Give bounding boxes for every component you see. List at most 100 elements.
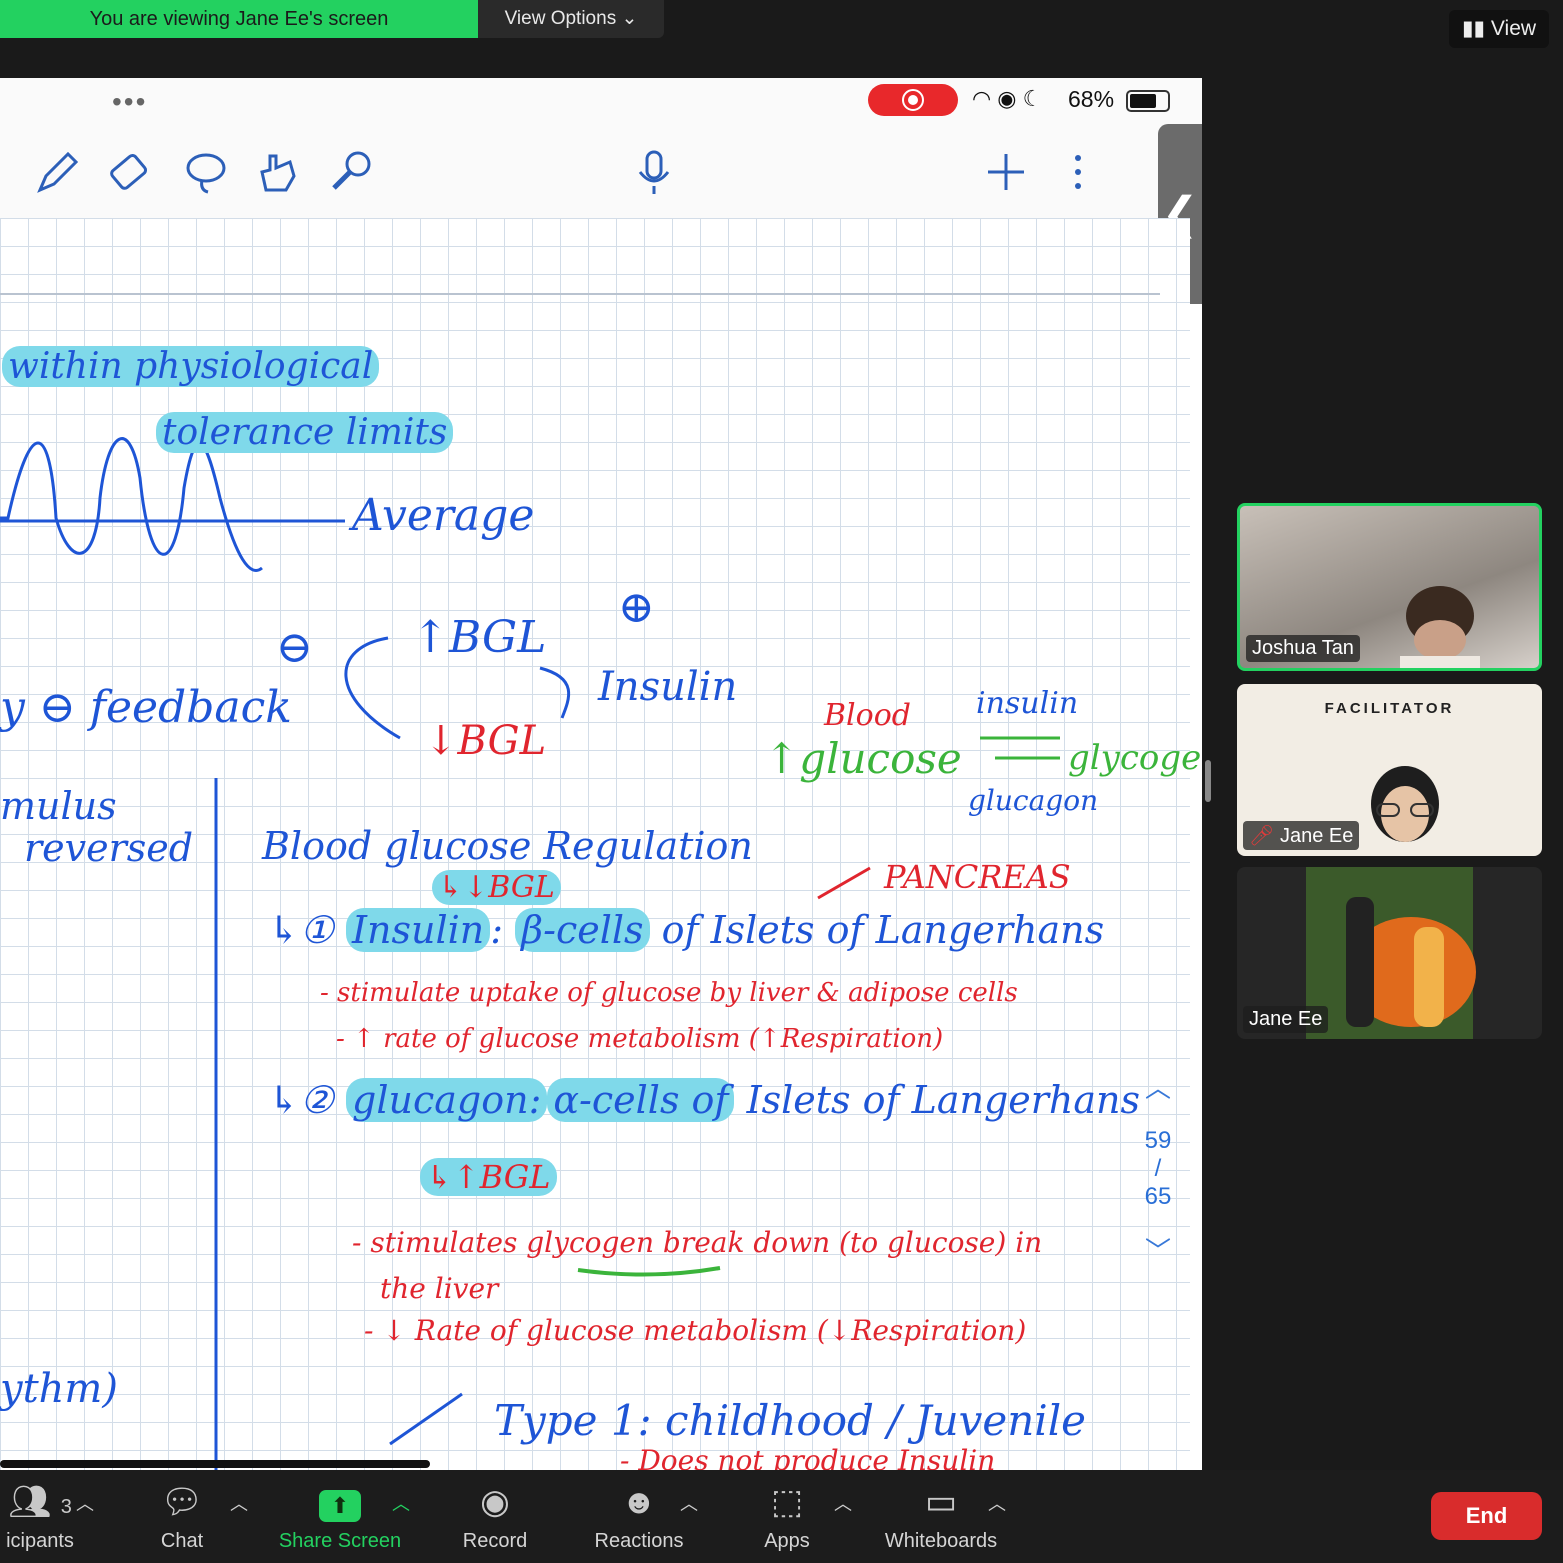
participant-name: 🎤︎ Jane Ee — [1243, 821, 1360, 850]
participant-name-text: Jane Ee — [1279, 825, 1354, 847]
note-item2-sub: ↳↑BGL — [420, 1158, 557, 1196]
hand-gesture-icon[interactable] — [252, 146, 304, 198]
whiteboards-label: Whiteboards — [884, 1530, 998, 1552]
view-label: View — [1490, 17, 1537, 40]
note-item2: ↳② glucagon: α-cells of Islets of Langerh… — [268, 1078, 1140, 1122]
video-tile-jane-facilitator[interactable]: FACILITATOR 🎤︎ Jane Ee — [1237, 684, 1542, 856]
chevron-up-icon[interactable]: ︿ — [680, 1490, 698, 1516]
notes-toolbar — [0, 126, 1160, 218]
note-item2-l2: - ↓ Rate of glucose metabolism (↓Respira… — [364, 1314, 1027, 1347]
note-glycogen: glycogen — [1068, 738, 1202, 778]
more-dots-icon[interactable]: ••• — [112, 86, 147, 118]
share-screen-label: Share Screen — [278, 1530, 402, 1552]
record-icon: ◉ — [480, 1483, 510, 1521]
page-slash: / — [1154, 1155, 1162, 1182]
chevron-up-icon[interactable]: ︿ — [76, 1490, 94, 1516]
share-screen-button[interactable]: ⬆ Share Screen — [272, 1480, 408, 1553]
more-vertical-icon[interactable] — [1052, 146, 1104, 198]
view-options-button[interactable]: View Options ⌄ — [478, 0, 664, 38]
view-layout-icon: ▮▮ — [1461, 17, 1491, 40]
viewing-banner: You are viewing Jane Ee's screen — [0, 0, 478, 38]
muted-mic-icon: 🎤︎ — [1249, 825, 1280, 847]
page-navigator: ︿ 59 / 65 ﹀ — [1136, 1068, 1180, 1268]
wifi-icon: ◠ ◉ ☾ — [972, 86, 1043, 111]
note-pancreas: PANCREAS — [884, 858, 1071, 896]
note-average: Average — [352, 490, 535, 541]
participant-photo — [1306, 867, 1476, 1039]
participant-video — [1371, 766, 1439, 842]
participant-name: Joshua Tan — [1246, 635, 1360, 662]
video-tile-jane[interactable]: Jane Ee — [1237, 867, 1542, 1039]
note-item2-l1b: the liver — [380, 1272, 499, 1305]
view-button[interactable]: ▮▮ View — [1449, 10, 1549, 48]
battery-icon — [1126, 90, 1170, 112]
reactions-label: Reactions — [594, 1530, 684, 1552]
meeting-controls: 👥︎ 3 icipants ︿ 💬︎ Chat ︿ ⬆ Share Screen… — [0, 1470, 1563, 1563]
note-line2: tolerance limits — [156, 412, 454, 453]
note-feedback: y ⊖ feedback — [0, 682, 292, 733]
note-item1-a: ↳① — [268, 908, 346, 952]
reactions-icon: ☻ — [621, 1483, 657, 1521]
chevron-up-icon[interactable]: ︿ — [1136, 1068, 1180, 1105]
note-item2-alpha: α-cells of — [547, 1078, 735, 1122]
add-icon[interactable] — [980, 146, 1032, 198]
apps-button[interactable]: ⬚ Apps — [752, 1480, 822, 1553]
horizontal-scrollbar[interactable] — [0, 1460, 430, 1468]
note-item1-rest: of Islets of Langerhans — [649, 908, 1105, 952]
note-item2-l1: - stimulates glycogen break down (to glu… — [352, 1226, 1043, 1259]
note-neg: ⊖ — [276, 622, 313, 673]
chat-icon: 💬︎ — [160, 1483, 204, 1521]
video-tile-joshua[interactable]: Joshua Tan — [1237, 503, 1542, 671]
note-stimulus: mulus — [0, 784, 117, 828]
chat-button[interactable]: 💬︎ Chat — [142, 1480, 222, 1553]
reactions-button[interactable]: ☻ Reactions — [586, 1480, 692, 1553]
chevron-up-icon[interactable]: ︿ — [988, 1490, 1006, 1516]
highlighter-icon[interactable] — [32, 146, 84, 198]
screen-record-indicator — [868, 84, 958, 116]
note-reversed: reversed — [24, 826, 194, 870]
participant-name: Jane Ee — [1243, 1006, 1329, 1033]
laser-pointer-icon[interactable] — [326, 146, 378, 198]
panel-resize-handle[interactable] — [1205, 760, 1211, 802]
chat-label: Chat — [160, 1530, 204, 1552]
apps-icon: ⬚ — [770, 1483, 804, 1521]
page-total: 65 — [1144, 1183, 1172, 1210]
eraser-icon[interactable] — [104, 146, 156, 198]
handwritten-notes: within physiological tolerance limits Av… — [0, 218, 1202, 1470]
chevron-up-icon[interactable]: ︿ — [230, 1490, 248, 1516]
chevron-up-icon[interactable]: ︿ — [834, 1490, 852, 1516]
record-label: Record — [462, 1530, 528, 1552]
participants-count: 3 — [60, 1496, 72, 1518]
note-line1: within physiological — [2, 346, 380, 387]
note-sub-bgl: ↳↓BGL — [432, 870, 561, 905]
note-item2-rest: Islets of Langerhans — [734, 1078, 1141, 1122]
chevron-up-icon[interactable]: ︿ — [392, 1490, 410, 1516]
participants-button[interactable]: 👥︎ 3 icipants — [0, 1480, 80, 1553]
end-meeting-button[interactable]: End — [1431, 1492, 1542, 1540]
note-item1-beta: β-cells — [515, 908, 650, 952]
participants-icon: 👥︎ — [8, 1483, 52, 1521]
record-button[interactable]: ◉ Record — [450, 1480, 540, 1553]
note-glucose: ↑glucose — [764, 734, 962, 783]
note-item2-a: ↳② — [268, 1078, 346, 1122]
note-item1-l2: - ↑ rate of glucose metabolism (↑Respira… — [336, 1024, 944, 1054]
note-title: Blood glucose Regulation — [262, 824, 753, 868]
chevron-down-icon[interactable]: ﹀ — [1136, 1231, 1180, 1268]
participant-video — [1400, 586, 1480, 668]
lasso-icon[interactable] — [180, 146, 232, 198]
note-bgl-down: ↓BGL — [424, 718, 547, 764]
note-type1: Type 1: childhood / Juvenile — [494, 1396, 1086, 1445]
note-plus: ⊕ — [618, 582, 655, 633]
note-blood: Blood — [824, 698, 911, 733]
chevron-down-icon: ⌄ — [621, 8, 638, 29]
battery-percent: 68% — [1068, 86, 1115, 112]
shared-screen[interactable]: ••• ◠ ◉ ☾ 68% ❮ within physiological tol… — [0, 78, 1202, 1470]
page-current: 59 — [1144, 1127, 1172, 1154]
microphone-icon[interactable] — [628, 146, 680, 198]
virtual-background-text: FACILITATOR — [1324, 700, 1455, 717]
note-item1-l1: - stimulate uptake of glucose by liver &… — [320, 978, 1018, 1008]
note-insulin: Insulin — [598, 664, 738, 710]
ipad-status-bar: ••• ◠ ◉ ☾ 68% — [0, 78, 1202, 126]
whiteboards-button[interactable]: ▭ Whiteboards — [876, 1480, 1006, 1553]
view-options-label: View Options — [504, 8, 617, 29]
